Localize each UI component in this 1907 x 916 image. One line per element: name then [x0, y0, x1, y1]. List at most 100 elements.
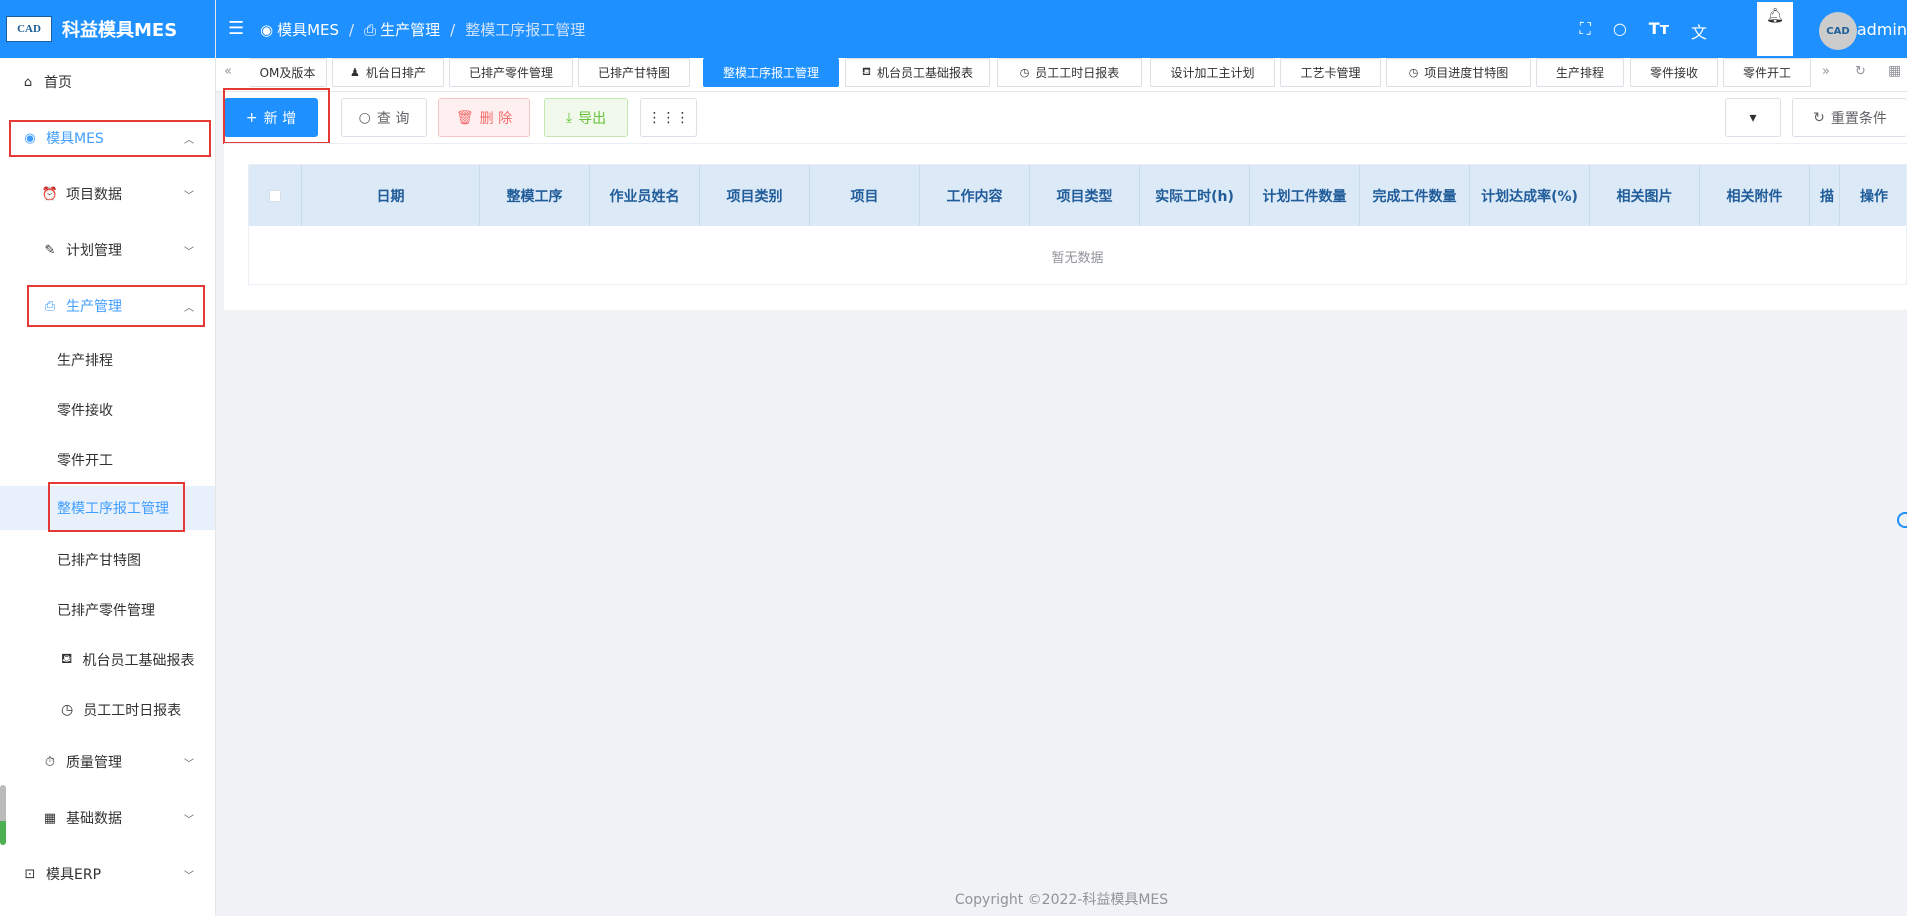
- content-card: +新 增 ○查 询 🗑︎删 除 ⤓导出 ⋮⋮⋮ ▾ ↻重置条件 日期: [223, 88, 1907, 310]
- tabs-scroll-right-icon[interactable]: »: [1822, 64, 1830, 79]
- breadcrumb-item[interactable]: 模具MES: [277, 19, 339, 40]
- sidebar-subitem-part-receive[interactable]: 零件接收: [0, 388, 215, 432]
- column-header[interactable]: 相关附件: [1700, 165, 1810, 226]
- menu-toggle-icon[interactable]: ☰: [228, 18, 244, 39]
- column-header[interactable]: 工作内容: [920, 165, 1030, 226]
- sidebar-item-label: 已排产零件管理: [57, 603, 155, 619]
- column-header[interactable]: 计划工件数量: [1250, 165, 1360, 226]
- grid-icon[interactable]: ▦: [1888, 63, 1901, 79]
- column-header[interactable]: 完成工件数量: [1360, 165, 1470, 226]
- sidebar-item-label: 零件接收: [57, 403, 113, 419]
- sidebar-scrollbar[interactable]: [0, 785, 6, 845]
- tab-hours-report[interactable]: ◷ 员工工时日报表: [997, 58, 1142, 87]
- column-header[interactable]: 实际工时(h): [1140, 165, 1250, 226]
- sidebar-item-mes[interactable]: ◉ 模具MES ︿: [0, 116, 215, 160]
- user-name[interactable]: admin: [1857, 20, 1907, 39]
- sidebar-subitem-part-start[interactable]: 零件开工: [0, 438, 215, 482]
- printer-icon: ⎙: [364, 20, 377, 39]
- dropdown-button[interactable]: ▾: [1725, 98, 1781, 137]
- tab-machine-daily[interactable]: ♟ 机台日排产: [332, 58, 444, 87]
- column-header[interactable]: 项目: [810, 165, 920, 226]
- sidebar-item-label: 员工工时日报表: [83, 703, 182, 719]
- columns-button[interactable]: ⋮⋮⋮: [640, 98, 697, 137]
- sidebar-subitem-gantt[interactable]: 已排产甘特图: [0, 538, 215, 582]
- tab-process-card[interactable]: 工艺卡管理: [1280, 58, 1381, 87]
- sidebar-item-base-data[interactable]: ▦ 基础数据 ﹀: [0, 796, 215, 840]
- column-header[interactable]: 日期: [302, 165, 480, 226]
- sidebar-item-home[interactable]: ⌂ 首页: [0, 60, 215, 104]
- refresh-icon[interactable]: ↻: [1855, 64, 1866, 79]
- column-header[interactable]: 计划达成率(%): [1470, 165, 1590, 226]
- presentation-icon: ⛾: [861, 65, 871, 78]
- delete-button[interactable]: 🗑︎ 删 除: [438, 98, 530, 137]
- main-content: +新 增 ○查 询 🗑︎删 除 ⤓导出 ⋮⋮⋮ ▾ ↻重置条件 日期: [216, 88, 1907, 916]
- sidebar-subitem-machine-report[interactable]: ⛾ 机台员工基础报表: [0, 638, 215, 682]
- top-header: ☰ ◉ 模具MES / ⎙ 生产管理 / 整模工序报工管理 ⛶ ○ Tт 文 🔔…: [216, 0, 1907, 58]
- tab-gantt[interactable]: 已排产甘特图: [578, 58, 690, 87]
- sidebar-item-label: 生产排程: [57, 353, 113, 369]
- font-size-icon[interactable]: Tт: [1649, 19, 1669, 43]
- chevron-down-icon: ﹀: [184, 758, 194, 770]
- breadcrumb-item[interactable]: 生产管理: [380, 19, 440, 40]
- tab-design-plan[interactable]: 设计加工主计划: [1150, 58, 1275, 87]
- reset-button[interactable]: ↻ 重置条件: [1792, 98, 1907, 137]
- sidebar-item-production-mgmt[interactable]: ⎙ 生产管理 ︿: [0, 284, 215, 328]
- column-header[interactable]: 项目类别: [700, 165, 810, 226]
- notification-bell[interactable]: 🔔︎: [1757, 2, 1793, 56]
- sidebar-item-plan-mgmt[interactable]: ✎ 计划管理 ﹀: [0, 228, 215, 272]
- tab-part-receive[interactable]: 零件接收: [1630, 58, 1718, 87]
- fullscreen-icon[interactable]: ⛶: [1580, 19, 1591, 43]
- tab-scheduling[interactable]: 生产排程: [1536, 58, 1624, 87]
- camera-icon: ◉: [260, 20, 274, 39]
- header-tools: ⛶ ○ Tт 文: [1580, 19, 1707, 43]
- printer-icon: ⎙: [44, 298, 56, 314]
- sidebar-subitem-hours-report[interactable]: ◷ 员工工时日报表: [0, 688, 215, 732]
- add-button[interactable]: + 新 增: [224, 98, 318, 137]
- breadcrumb-item-current: 整模工序报工管理: [465, 21, 586, 39]
- column-header[interactable]: 整模工序: [480, 165, 590, 226]
- sidebar-subitem-report-mgmt[interactable]: 整模工序报工管理: [0, 486, 215, 530]
- grid-icon: ⋮⋮⋮: [647, 109, 690, 126]
- floating-helper-icon[interactable]: [1897, 512, 1907, 528]
- download-icon: ⤓: [565, 109, 573, 126]
- sidebar-item-quality-mgmt[interactable]: ⏱ 质量管理 ﹀: [0, 740, 215, 784]
- sidebar-subitem-scheduling[interactable]: 生产排程: [0, 338, 215, 382]
- column-header[interactable]: 作业员姓名: [590, 165, 700, 226]
- export-button[interactable]: ⤓ 导出: [544, 98, 628, 137]
- select-all-checkbox[interactable]: [269, 189, 281, 202]
- chevron-up-icon: ︿: [184, 302, 194, 314]
- stopwatch-icon: ⏱: [44, 754, 56, 770]
- chevron-down-icon: ﹀: [184, 190, 194, 202]
- query-button[interactable]: ○ 查 询: [341, 98, 427, 137]
- calendar-icon: ▦: [43, 810, 57, 826]
- alarm-icon: ⏰: [41, 186, 59, 202]
- search-icon[interactable]: ○: [1613, 19, 1627, 43]
- tab-report-mgmt[interactable]: 整模工序报工管理: [703, 58, 839, 87]
- tabs-scroll-left-icon[interactable]: «: [224, 64, 232, 79]
- avatar[interactable]: CAD: [1819, 12, 1857, 50]
- tab-part-start[interactable]: 零件开工: [1723, 58, 1811, 87]
- tab-scheduled-parts[interactable]: 已排产零件管理: [449, 58, 573, 87]
- sidebar-item-erp[interactable]: ⊡ 模具ERP ﹀: [0, 852, 215, 896]
- logo-icon: CAD: [6, 16, 52, 42]
- sidebar-item-project-data[interactable]: ⏰ 项目数据 ﹀: [0, 172, 215, 216]
- column-header[interactable]: 操作: [1840, 165, 1907, 226]
- tab-project-gantt[interactable]: ◷ 项目进度甘特图: [1386, 58, 1531, 87]
- column-header[interactable]: 项目类型: [1030, 165, 1140, 226]
- app-logo[interactable]: CAD 科益模具MES: [0, 0, 215, 58]
- clock-icon: ◷: [61, 702, 74, 718]
- tab-bom[interactable]: OM及版本: [249, 58, 327, 87]
- translate-icon[interactable]: 文: [1691, 19, 1707, 43]
- sidebar-item-label: 生产管理: [66, 299, 122, 315]
- breadcrumb: ◉ 模具MES / ⎙ 生产管理 / 整模工序报工管理: [260, 19, 586, 40]
- sidebar-subitem-scheduled-parts[interactable]: 已排产零件管理: [0, 588, 215, 632]
- sidebar-item-label: 项目数据: [66, 187, 122, 203]
- select-all-cell: [249, 165, 302, 226]
- sidebar-item-label: 已排产甘特图: [57, 553, 141, 569]
- edit-icon: ✎: [44, 242, 56, 258]
- column-header[interactable]: 描: [1810, 165, 1840, 226]
- tab-machine-report[interactable]: ⛾ 机台员工基础报表: [845, 58, 990, 87]
- sidebar-item-label: 整模工序报工管理: [57, 501, 169, 517]
- column-header[interactable]: 相关图片: [1590, 165, 1700, 226]
- clock-icon: ◷: [1019, 66, 1030, 79]
